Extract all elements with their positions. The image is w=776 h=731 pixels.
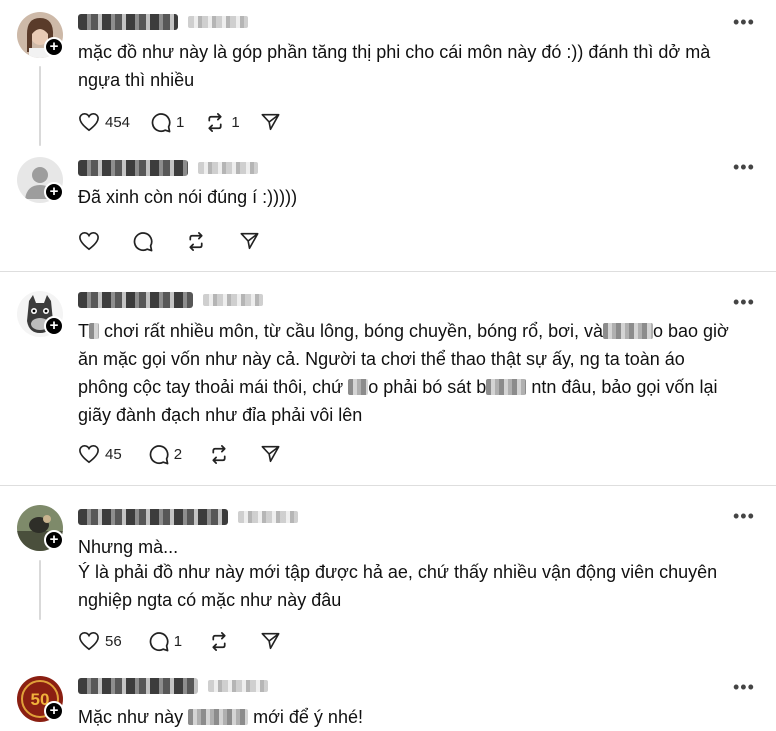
like-button[interactable]: 56: [78, 631, 122, 651]
post-text: T chơi rất nhiều môn, từ cầu lông, bóng …: [78, 317, 738, 429]
like-count: 45: [105, 445, 122, 463]
like-button[interactable]: 454: [78, 112, 130, 132]
reply-button[interactable]: [132, 231, 153, 252]
redacted-text: [89, 323, 99, 339]
username-redacted[interactable]: [78, 292, 263, 308]
avatar[interactable]: +: [17, 157, 64, 203]
reply-count: 2: [173, 445, 183, 463]
action-bar: 454 1 1: [78, 109, 301, 135]
thread-line: [39, 560, 41, 620]
heart-icon: [79, 444, 99, 464]
repost-button[interactable]: [185, 231, 207, 252]
like-button[interactable]: 45: [78, 444, 122, 464]
comment-icon: [133, 231, 153, 251]
share-icon: [240, 232, 259, 250]
comment-icon: [149, 631, 169, 651]
reply-button[interactable]: 1: [150, 112, 184, 133]
action-bar: 45 2: [78, 441, 301, 467]
follow-plus-icon[interactable]: +: [44, 182, 64, 202]
share-button[interactable]: [260, 112, 281, 132]
action-bar: 56 1: [78, 628, 301, 654]
repost-icon: [212, 444, 226, 464]
follow-plus-icon[interactable]: +: [44, 701, 64, 721]
more-options-icon[interactable]: •••: [733, 507, 755, 525]
post-text-continued: Ý là phải đồ như này mới tập được hả ae,…: [78, 562, 718, 610]
more-options-icon[interactable]: •••: [733, 13, 755, 31]
reply-button[interactable]: 2: [148, 444, 182, 465]
action-bar: [78, 228, 280, 254]
follow-plus-icon[interactable]: +: [44, 37, 64, 57]
share-icon: [261, 113, 280, 131]
username-redacted[interactable]: [78, 160, 258, 176]
avatar[interactable]: 50 +: [17, 676, 64, 722]
divider: [0, 271, 776, 272]
text-part: Mặc như này: [78, 707, 189, 727]
repost-button[interactable]: [208, 631, 230, 652]
text-part: mới để ý nhé!: [248, 707, 363, 727]
follow-plus-icon[interactable]: +: [44, 316, 64, 336]
share-icon: [261, 445, 280, 463]
username-redacted[interactable]: [78, 509, 298, 525]
divider: [0, 485, 776, 486]
repost-icon: [189, 231, 203, 251]
text-part: chơi rất nhiều môn, từ cầu lông, bóng ch…: [99, 321, 603, 341]
post-text: Đã xinh còn nói đúng í :))))): [78, 187, 298, 207]
like-count: 454: [105, 113, 131, 131]
comment-icon: [151, 112, 171, 132]
avatar[interactable]: +: [17, 505, 64, 551]
heart-icon: [79, 631, 99, 651]
thread-line: [39, 66, 41, 146]
repost-count: 1: [231, 113, 240, 131]
post-text: Nhưng mà...: [78, 537, 179, 557]
heart-icon: [79, 112, 99, 132]
post-text: mặc đồ như này là góp phần tăng thị phi …: [78, 42, 711, 90]
redacted-text: [486, 379, 527, 395]
share-button[interactable]: [239, 231, 260, 251]
more-options-icon[interactable]: •••: [733, 678, 755, 696]
comment-icon: [149, 444, 169, 464]
share-button[interactable]: [260, 444, 281, 464]
heart-icon: [79, 231, 99, 251]
like-count: 56: [105, 632, 122, 650]
redacted-text: [602, 323, 653, 339]
reply-count: 1: [173, 632, 183, 650]
reply-button[interactable]: 1: [148, 631, 182, 652]
reply-count: 1: [176, 113, 185, 131]
share-icon: [261, 632, 280, 650]
repost-icon: [212, 631, 226, 651]
redacted-text: [348, 379, 369, 395]
repost-icon: [208, 112, 222, 132]
text-part: o phải bó sát b: [368, 377, 487, 397]
username-redacted[interactable]: [78, 678, 268, 694]
avatar[interactable]: +: [17, 12, 64, 58]
repost-button[interactable]: [208, 444, 230, 465]
avatar[interactable]: +: [17, 291, 64, 337]
post-text: Mặc như này mới để ý nhé!: [78, 703, 738, 731]
username-redacted[interactable]: [78, 14, 248, 30]
like-button[interactable]: [78, 231, 100, 251]
repost-button[interactable]: 1: [204, 112, 240, 133]
more-options-icon[interactable]: •••: [733, 293, 755, 311]
text-part: T: [78, 321, 89, 341]
share-button[interactable]: [260, 631, 281, 651]
more-options-icon[interactable]: •••: [733, 158, 755, 176]
follow-plus-icon[interactable]: +: [44, 530, 64, 550]
redacted-text: [188, 709, 249, 725]
